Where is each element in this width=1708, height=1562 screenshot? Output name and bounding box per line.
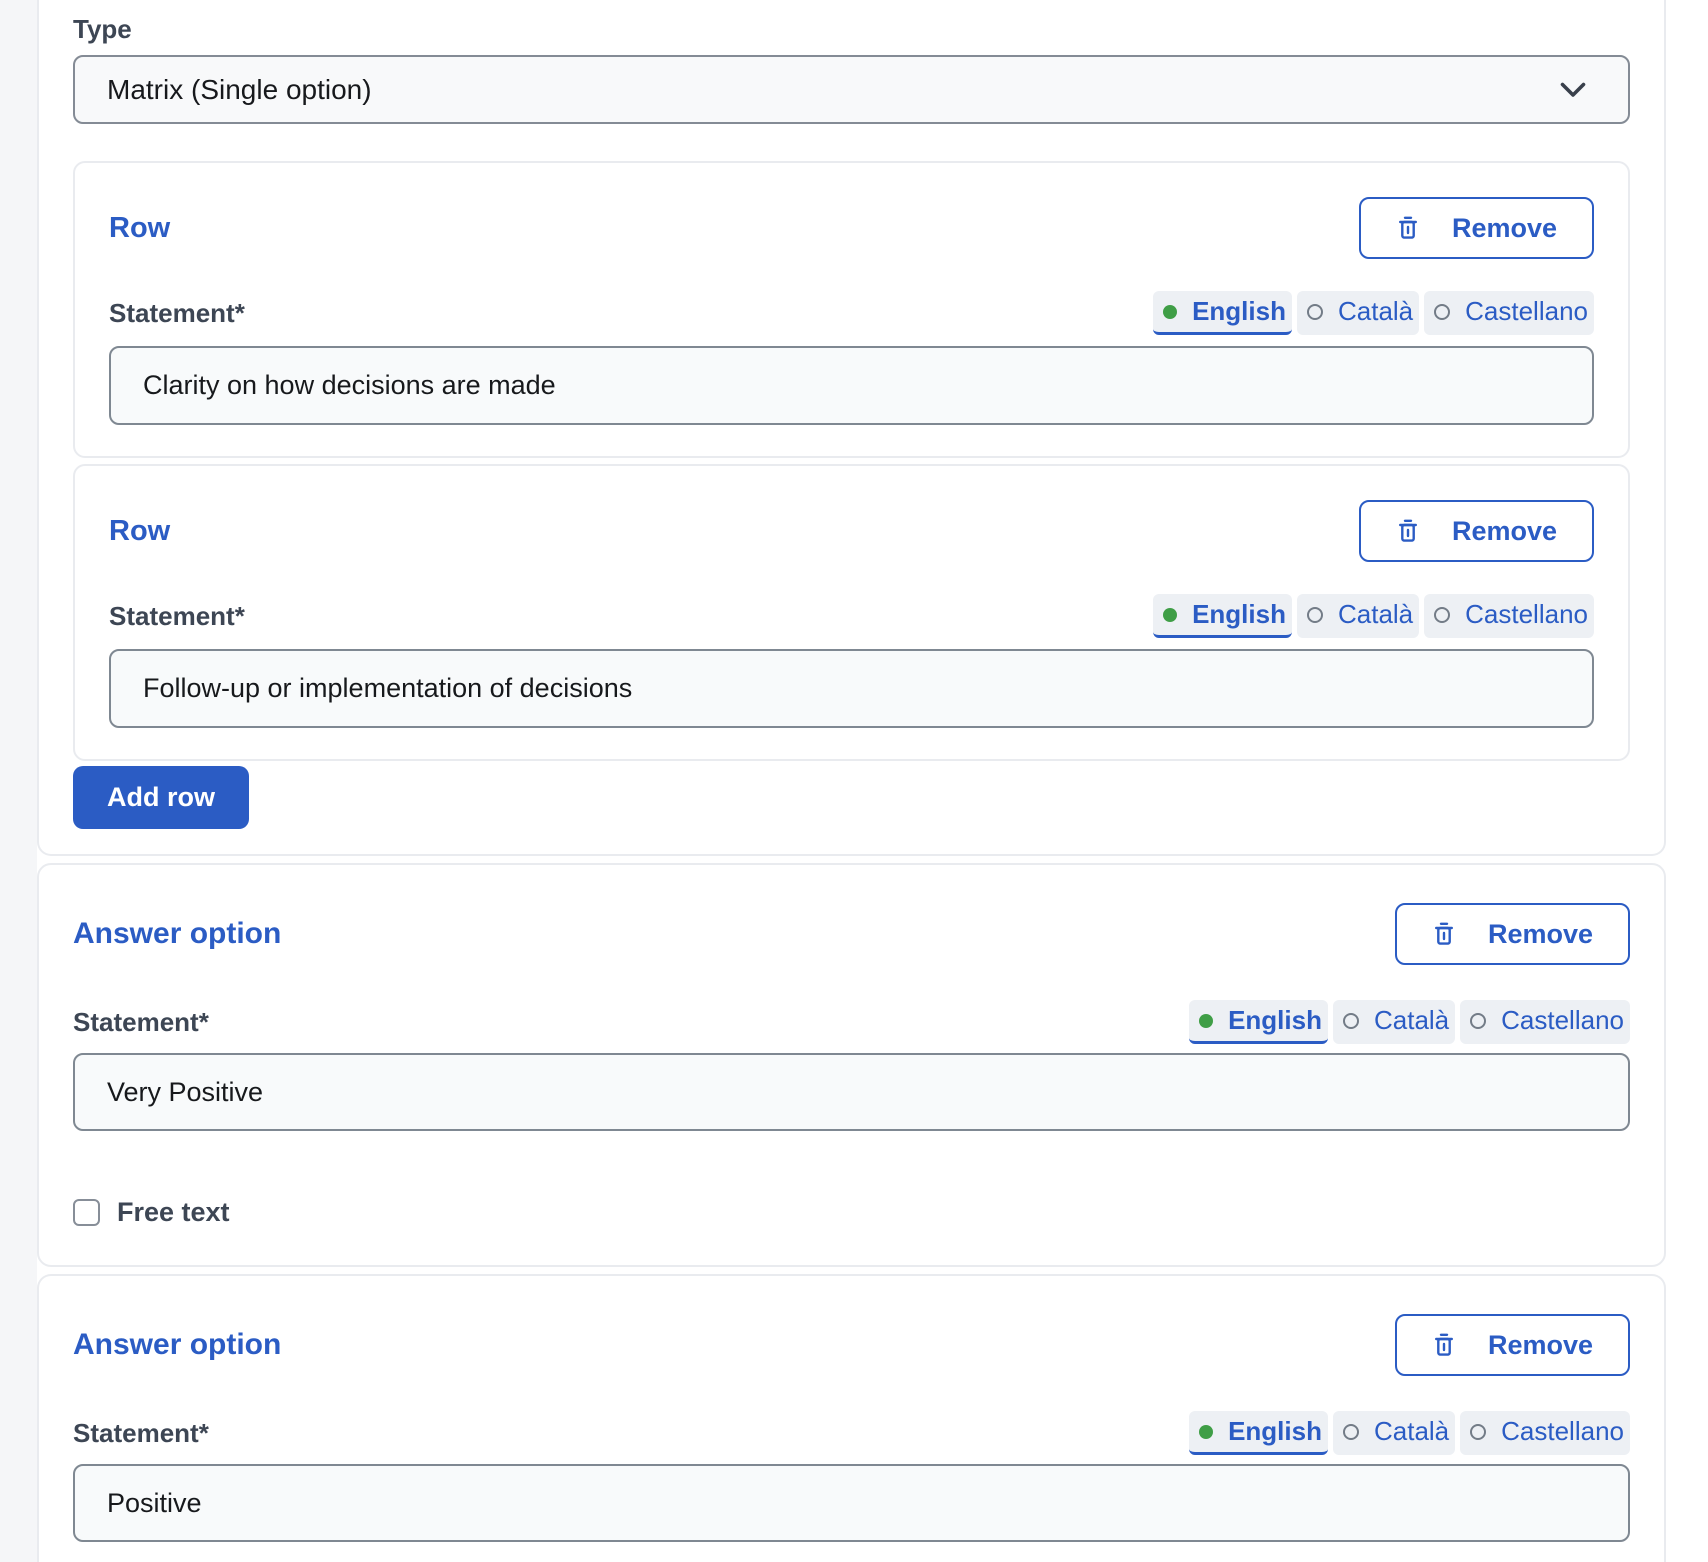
remove-button-label: Remove xyxy=(1452,213,1557,244)
answer-option-card: Answer option Remove Statement* English xyxy=(37,1274,1666,1562)
statement-label: Statement* xyxy=(109,298,245,328)
language-tab-castellano[interactable]: Castellano xyxy=(1460,1000,1630,1044)
answer-statement-input[interactable] xyxy=(73,1464,1630,1542)
chevron-down-icon xyxy=(1560,82,1586,98)
selected-language-dot-icon xyxy=(1199,1425,1213,1439)
language-switcher: English Català Castellano xyxy=(1189,1000,1630,1044)
question-type-value: Matrix (Single option) xyxy=(107,74,372,106)
remove-row-button[interactable]: Remove xyxy=(1359,500,1594,562)
language-tab-label: Castellano xyxy=(1501,1416,1624,1447)
selected-language-dot-icon xyxy=(1199,1014,1213,1028)
remove-button-label: Remove xyxy=(1488,919,1593,950)
row-card: Row Remove Statement* xyxy=(73,464,1630,761)
language-tab-label: Castellano xyxy=(1501,1005,1624,1036)
statement-row: Statement* English Català Castellano xyxy=(73,1000,1630,1044)
language-tab-label: Català xyxy=(1374,1005,1449,1036)
language-tab-label: English xyxy=(1192,599,1286,630)
radio-circle-icon xyxy=(1343,1424,1359,1440)
language-tab-catala[interactable]: Català xyxy=(1333,1000,1455,1044)
add-row-button[interactable]: Add row xyxy=(73,766,249,829)
statement-row: Statement* English Català Castellano xyxy=(73,1411,1630,1455)
language-switcher: English Català Castellano xyxy=(1153,291,1594,335)
question-type-select[interactable]: Matrix (Single option) xyxy=(73,55,1630,124)
language-tab-label: Castellano xyxy=(1465,599,1588,630)
answer-card-header: Answer option Remove xyxy=(73,1314,1630,1376)
language-switcher: English Català Castellano xyxy=(1189,1411,1630,1455)
language-tab-english[interactable]: English xyxy=(1153,594,1292,638)
free-text-row: Free text xyxy=(73,1197,1630,1228)
language-tab-catala[interactable]: Català xyxy=(1297,594,1419,638)
radio-circle-icon xyxy=(1307,304,1323,320)
trash-icon xyxy=(1396,215,1420,242)
language-tab-castellano[interactable]: Castellano xyxy=(1424,291,1594,335)
language-tab-label: Castellano xyxy=(1465,296,1588,327)
free-text-label: Free text xyxy=(117,1197,230,1228)
language-switcher: English Català Castellano xyxy=(1153,594,1594,638)
remove-button-label: Remove xyxy=(1488,1330,1593,1361)
question-editor-panel: Type Matrix (Single option) Row xyxy=(37,0,1666,1562)
trash-icon xyxy=(1396,518,1420,545)
answer-statement-input[interactable] xyxy=(73,1053,1630,1131)
statement-label: Statement* xyxy=(109,601,245,631)
type-label: Type xyxy=(73,14,1630,44)
question-settings-card: Type Matrix (Single option) Row xyxy=(37,0,1666,856)
language-tab-label: English xyxy=(1192,296,1286,327)
row-card: Row Remove Statement* xyxy=(73,161,1630,458)
answer-option-heading: Answer option xyxy=(73,917,281,951)
language-tab-english[interactable]: English xyxy=(1189,1411,1328,1455)
language-tab-label: Català xyxy=(1338,296,1413,327)
selected-language-dot-icon xyxy=(1163,608,1177,622)
language-tab-english[interactable]: English xyxy=(1189,1000,1328,1044)
statement-label: Statement* xyxy=(73,1007,209,1037)
radio-circle-icon xyxy=(1307,607,1323,623)
remove-button-label: Remove xyxy=(1452,516,1557,547)
language-tab-castellano[interactable]: Castellano xyxy=(1460,1411,1630,1455)
language-tab-catala[interactable]: Català xyxy=(1333,1411,1455,1455)
statement-label: Statement* xyxy=(73,1418,209,1448)
row-card-header: Row Remove xyxy=(109,500,1594,562)
language-tab-english[interactable]: English xyxy=(1153,291,1292,335)
left-gutter xyxy=(0,0,37,1562)
remove-row-button[interactable]: Remove xyxy=(1359,197,1594,259)
language-tab-label: Català xyxy=(1374,1416,1449,1447)
trash-icon xyxy=(1432,1332,1456,1359)
row-statement-input[interactable] xyxy=(109,649,1594,728)
row-heading: Row xyxy=(109,515,170,548)
row-heading: Row xyxy=(109,212,170,245)
statement-row: Statement* English Català Castellano xyxy=(109,291,1594,335)
radio-circle-icon xyxy=(1434,304,1450,320)
trash-icon xyxy=(1432,921,1456,948)
radio-circle-icon xyxy=(1434,607,1450,623)
language-tab-castellano[interactable]: Castellano xyxy=(1424,594,1594,638)
selected-language-dot-icon xyxy=(1163,305,1177,319)
answer-option-card: Answer option Remove Statement* English xyxy=(37,863,1666,1267)
row-statement-input[interactable] xyxy=(109,346,1594,425)
remove-answer-option-button[interactable]: Remove xyxy=(1395,903,1630,965)
language-tab-label: Català xyxy=(1338,599,1413,630)
free-text-checkbox[interactable] xyxy=(73,1199,100,1226)
radio-circle-icon xyxy=(1470,1424,1486,1440)
row-card-header: Row Remove xyxy=(109,197,1594,259)
language-tab-label: English xyxy=(1228,1005,1322,1036)
language-tab-label: English xyxy=(1228,1416,1322,1447)
language-tab-catala[interactable]: Català xyxy=(1297,291,1419,335)
radio-circle-icon xyxy=(1470,1013,1486,1029)
statement-row: Statement* English Català Castellano xyxy=(109,594,1594,638)
answer-card-header: Answer option Remove xyxy=(73,903,1630,965)
radio-circle-icon xyxy=(1343,1013,1359,1029)
remove-answer-option-button[interactable]: Remove xyxy=(1395,1314,1630,1376)
answer-option-heading: Answer option xyxy=(73,1328,281,1362)
